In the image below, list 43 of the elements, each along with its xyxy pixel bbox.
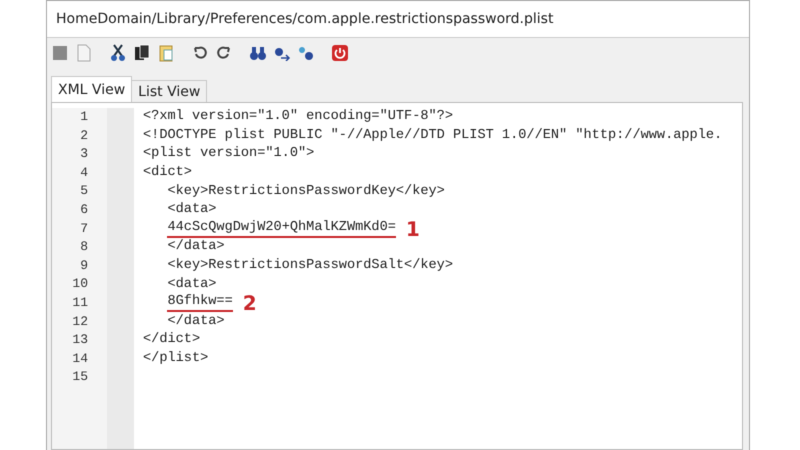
code-line: </dict> [143,332,200,348]
line-number: 10 [71,275,88,294]
line-number: 14 [71,350,88,368]
binoculars-icon[interactable] [249,45,267,61]
code-line: </plist> [143,351,208,368]
line-number: 6 [79,200,88,219]
view-tab[interactable]: XML View [51,76,132,102]
line-number: 3 [79,145,88,164]
paste-icon[interactable] [158,44,174,62]
code-line: <key>RestrictionsPasswordKey</key> [166,184,445,200]
window-title: HomeDomain/Library/Preferences/com.apple.restrictionspassword.plist [47,1,749,38]
line-number: 12 [71,312,88,331]
line-number: 2 [79,126,88,145]
line-number: 15 [71,368,88,386]
highlighted-code: 8Gfhkw== [167,294,233,312]
line-number: 1 [79,108,88,126]
code-line: <data> [166,276,216,293]
square-icon[interactable] [52,45,68,61]
find-next-icon[interactable] [273,45,291,61]
annotation-number: 1 [406,220,420,238]
line-number: 7 [79,220,88,238]
code-line: </data> [166,239,225,256]
highlighted-code: 44cScQwgDwjW20+QhMalKZWmKd0= [167,220,396,238]
code-line: <dict> [143,165,192,182]
line-number: 8 [79,238,88,256]
code-line: </data> [166,314,225,330]
code-line: <!DOCTYPE plist PUBLIC "-//Apple//DTD PLIST 1.0//EN" "http://www.apple. [143,128,722,144]
code-line: <?xml version="1.0" encoding="UTF-8"?> [143,109,453,126]
code-line: <data> [166,202,216,218]
line-number: 9 [79,256,88,275]
undo-icon[interactable] [192,45,208,61]
redo-icon[interactable] [216,45,232,61]
annotation-number: 2 [242,294,257,312]
scissors-icon[interactable] [110,44,126,62]
power-icon[interactable] [331,44,349,62]
line-number: 11 [71,294,88,312]
line-number: 13 [71,331,88,350]
view-tab[interactable]: List View [131,80,208,102]
line-number: 4 [79,164,88,182]
code-line: <plist version="1.0"> [143,146,314,162]
line-number: 5 [79,182,88,200]
code-line: <key>RestrictionsPasswordSalt</key> [166,258,453,274]
copy-icon[interactable] [134,44,150,62]
